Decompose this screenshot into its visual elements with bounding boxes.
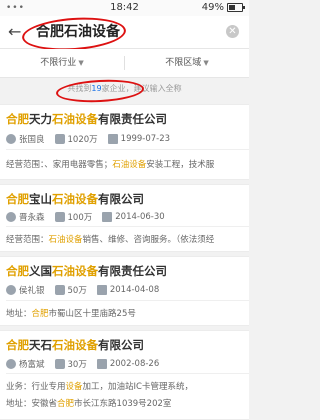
battery-percent: 49% xyxy=(201,2,224,13)
business-scope: 经营范围：、家用电器零售；石油设备安装工程，技术服 xyxy=(6,160,215,170)
calendar-icon xyxy=(96,285,107,295)
region-filter-label: 不限区域 xyxy=(165,58,202,68)
company-meta: 杨富斌 30万 2002-08-26 xyxy=(6,358,169,370)
result-card[interactable]: 合肥天力石油设备有限责任公司 张国良 1020万 1999-07-23 经营范围… xyxy=(0,104,249,180)
money-icon xyxy=(54,212,65,222)
company-name: 合肥宝山石油设备有限公司 xyxy=(6,192,144,206)
industry-filter-label: 不限行业 xyxy=(40,58,77,68)
back-arrow-icon[interactable]: ← xyxy=(8,22,21,42)
company-address: 地址：合肥市蜀山区十里庙路25号 xyxy=(6,309,136,319)
industry-filter[interactable]: 不限行业 ▼ xyxy=(0,49,124,77)
money-icon xyxy=(54,134,65,144)
company-name: 合肥天石石油设备有限公司 xyxy=(6,338,144,352)
legal-person: 晋永森 xyxy=(19,213,45,223)
company-business: 业务：行业专用设备加工，加油站IC卡管理系统， xyxy=(6,382,193,392)
clear-icon[interactable]: ✕ xyxy=(226,25,239,38)
company-meta: 张国良 1020万 1999-07-23 xyxy=(6,133,180,145)
divider xyxy=(6,149,249,150)
filter-bar: 不限行业 ▼ 不限区域 ▼ xyxy=(0,49,249,78)
person-icon xyxy=(6,359,16,369)
chevron-down-icon: ▼ xyxy=(78,59,84,67)
status-right: 49% xyxy=(201,2,245,13)
person-icon xyxy=(6,212,16,222)
company-name: 合肥义国石油设备有限责任公司 xyxy=(6,264,167,278)
region-filter[interactable]: 不限区域 ▼ xyxy=(125,49,249,77)
result-card[interactable]: 合肥宝山石油设备有限公司 晋永森 100万 2014-06-30 经营范围：石油… xyxy=(0,184,249,252)
registered-capital: 100万 xyxy=(67,213,93,223)
established-date: 2002-08-26 xyxy=(109,359,160,369)
money-icon xyxy=(54,285,65,295)
legal-person: 侯礼银 xyxy=(19,286,45,296)
company-address: 地址：安徽省合肥市长江东路1039号202室 xyxy=(6,399,172,409)
result-card[interactable]: 合肥义国石油设备有限责任公司 侯礼银 50万 2014-04-08 地址：合肥市… xyxy=(0,256,249,326)
person-icon xyxy=(6,134,16,144)
registered-capital: 50万 xyxy=(67,286,87,296)
battery-icon xyxy=(227,3,245,12)
registered-capital: 30万 xyxy=(67,360,87,370)
business-scope: 经营范围：石油设备销售、维修、咨询服务。（依法须经 xyxy=(6,235,215,245)
calendar-icon xyxy=(96,359,107,369)
registered-capital: 1020万 xyxy=(67,135,98,145)
person-icon xyxy=(6,285,16,295)
calendar-icon xyxy=(107,134,118,144)
established-date: 2014-06-30 xyxy=(115,212,165,222)
result-card[interactable]: 合肥天石石油设备有限公司 杨富斌 30万 2002-08-26 业务：行业专用设… xyxy=(0,330,249,420)
established-date: 1999-07-23 xyxy=(120,134,171,144)
status-bar: ••• 18:42 49% xyxy=(0,0,249,16)
company-meta: 侯礼银 50万 2014-04-08 xyxy=(6,284,169,296)
divider xyxy=(6,300,249,301)
chevron-down-icon: ▼ xyxy=(203,59,209,67)
money-icon xyxy=(54,359,65,369)
established-date: 2014-04-08 xyxy=(109,285,160,295)
legal-person: 张国良 xyxy=(19,135,45,145)
divider xyxy=(6,373,249,374)
company-meta: 晋永森 100万 2014-06-30 xyxy=(6,211,175,223)
company-name: 合肥天力石油设备有限责任公司 xyxy=(6,112,167,126)
divider xyxy=(6,226,249,227)
legal-person: 杨富斌 xyxy=(19,360,45,370)
calendar-icon xyxy=(102,212,113,222)
